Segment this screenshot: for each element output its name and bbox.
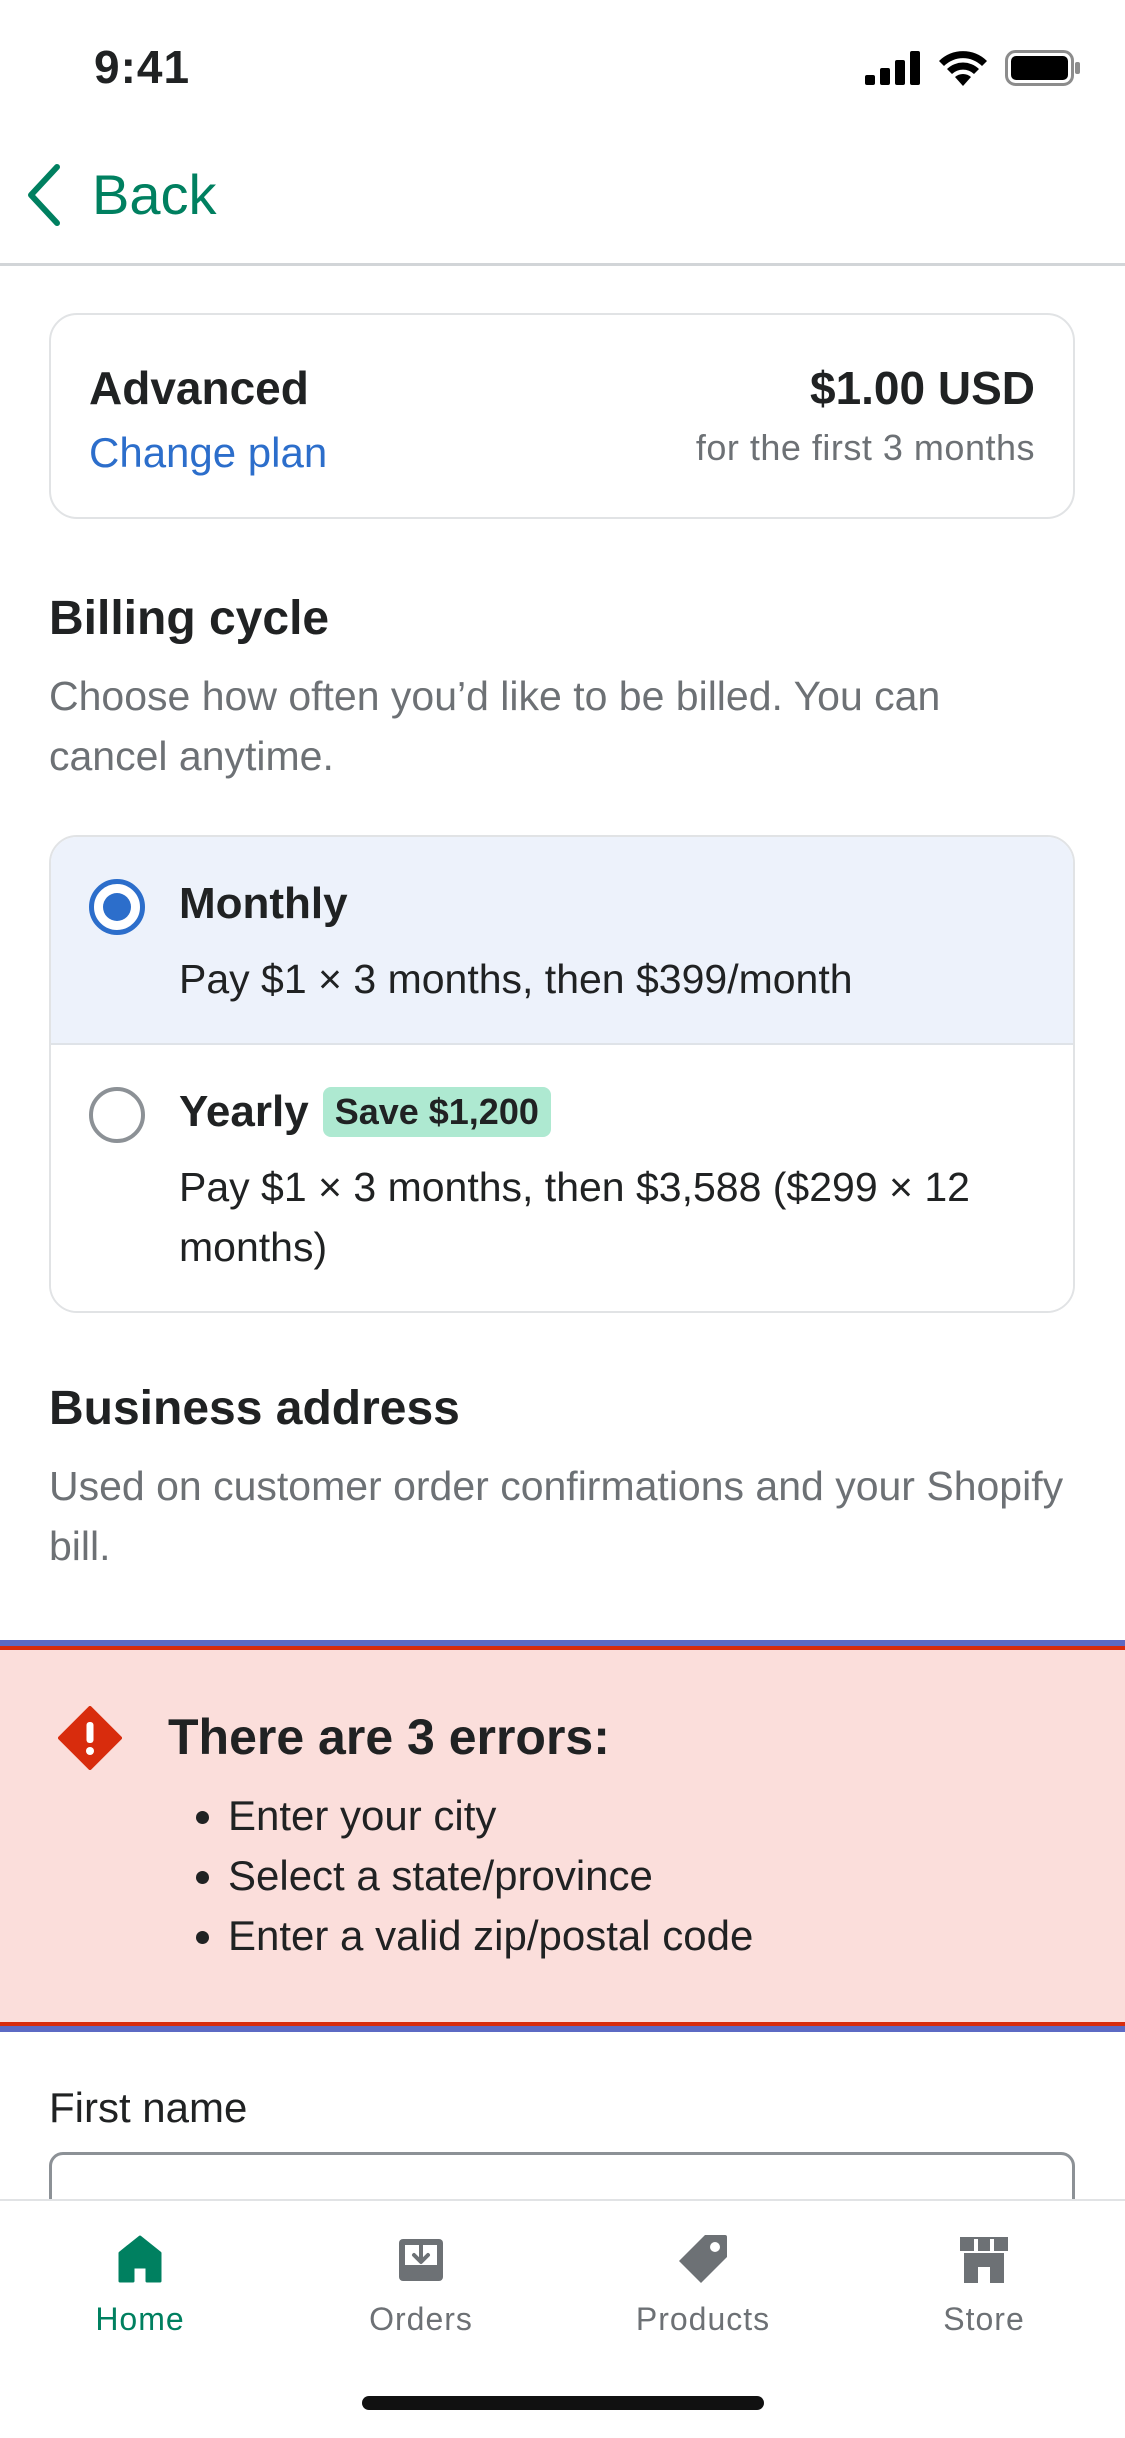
wifi-icon (939, 51, 987, 86)
error-item: Enter a valid zip/postal code (228, 1906, 753, 1966)
cellular-signal-icon (865, 51, 920, 85)
back-label: Back (92, 163, 217, 226)
billing-option-monthly[interactable]: Monthly Pay $1 × 3 months, then $399/mon… (51, 837, 1073, 1045)
error-item: Enter your city (228, 1786, 753, 1846)
billing-option-yearly[interactable]: Yearly Save $1,200 Pay $1 × 3 months, th… (51, 1045, 1073, 1311)
billing-option-detail: Pay $1 × 3 months, then $399/month (179, 956, 853, 1002)
tab-label: Store (943, 2301, 1025, 2337)
checkout-content[interactable]: Advanced Change plan $1.00 USD for the f… (0, 266, 1125, 2199)
plan-price: $1.00 USD (809, 362, 1035, 414)
orders-icon (399, 2239, 443, 2281)
chevron-left-icon (28, 163, 60, 226)
navigation-bar: Back (0, 132, 1125, 266)
billing-option-label: Yearly (179, 1087, 309, 1136)
back-button[interactable]: Back (26, 162, 217, 227)
business-address-description: Used on customer order confirmations and… (49, 1463, 1064, 1569)
tab-label: Home (95, 2301, 185, 2337)
status-time: 9:41 (94, 41, 191, 93)
first-name-label: First name (49, 2084, 248, 2131)
plan-summary-card: Advanced Change plan $1.00 USD for the f… (49, 313, 1075, 519)
error-diamond-icon (58, 1706, 122, 1770)
tab-orders[interactable]: Orders (321, 2231, 521, 2338)
products-icon (679, 2235, 727, 2283)
tab-products[interactable]: Products (603, 2231, 803, 2338)
billing-cycle-options: Monthly Pay $1 × 3 months, then $399/mon… (49, 835, 1075, 1313)
status-icons (865, 50, 1081, 86)
home-indicator[interactable] (362, 2396, 764, 2410)
error-title: There are 3 errors: (168, 1709, 610, 1765)
error-item: Select a state/province (228, 1846, 753, 1906)
first-name-field[interactable] (49, 2152, 1075, 2199)
business-address-title: Business address (49, 1382, 460, 1435)
tab-label: Products (635, 2301, 771, 2337)
billing-cycle-title: Billing cycle (49, 592, 330, 645)
store-icon (960, 2237, 1008, 2283)
radio-selected-icon[interactable] (89, 879, 145, 935)
home-icon (118, 2235, 162, 2283)
error-banner: There are 3 errors: Enter your city Sele… (0, 1640, 1125, 2032)
savings-badge: Save $1,200 (322, 1087, 551, 1137)
billing-option-detail: Pay $1 × 3 months, then $3,588 ($299 × 1… (179, 1164, 970, 1270)
tab-home[interactable]: Home (40, 2231, 240, 2338)
radio-unselected-icon[interactable] (89, 1087, 145, 1143)
billing-option-label: Monthly (179, 879, 348, 928)
change-plan-link[interactable]: Change plan (89, 429, 327, 477)
tab-label: Orders (369, 2301, 473, 2337)
plan-price-note: for the first 3 months (695, 427, 1035, 468)
battery-icon (1005, 50, 1080, 86)
tab-store[interactable]: Store (884, 2231, 1084, 2338)
error-list: Enter your city Select a state/province … (168, 1786, 753, 1966)
status-bar: 9:41 (0, 0, 1125, 132)
billing-cycle-description: Choose how often you’d like to be billed… (49, 673, 941, 779)
plan-name: Advanced (89, 362, 309, 414)
